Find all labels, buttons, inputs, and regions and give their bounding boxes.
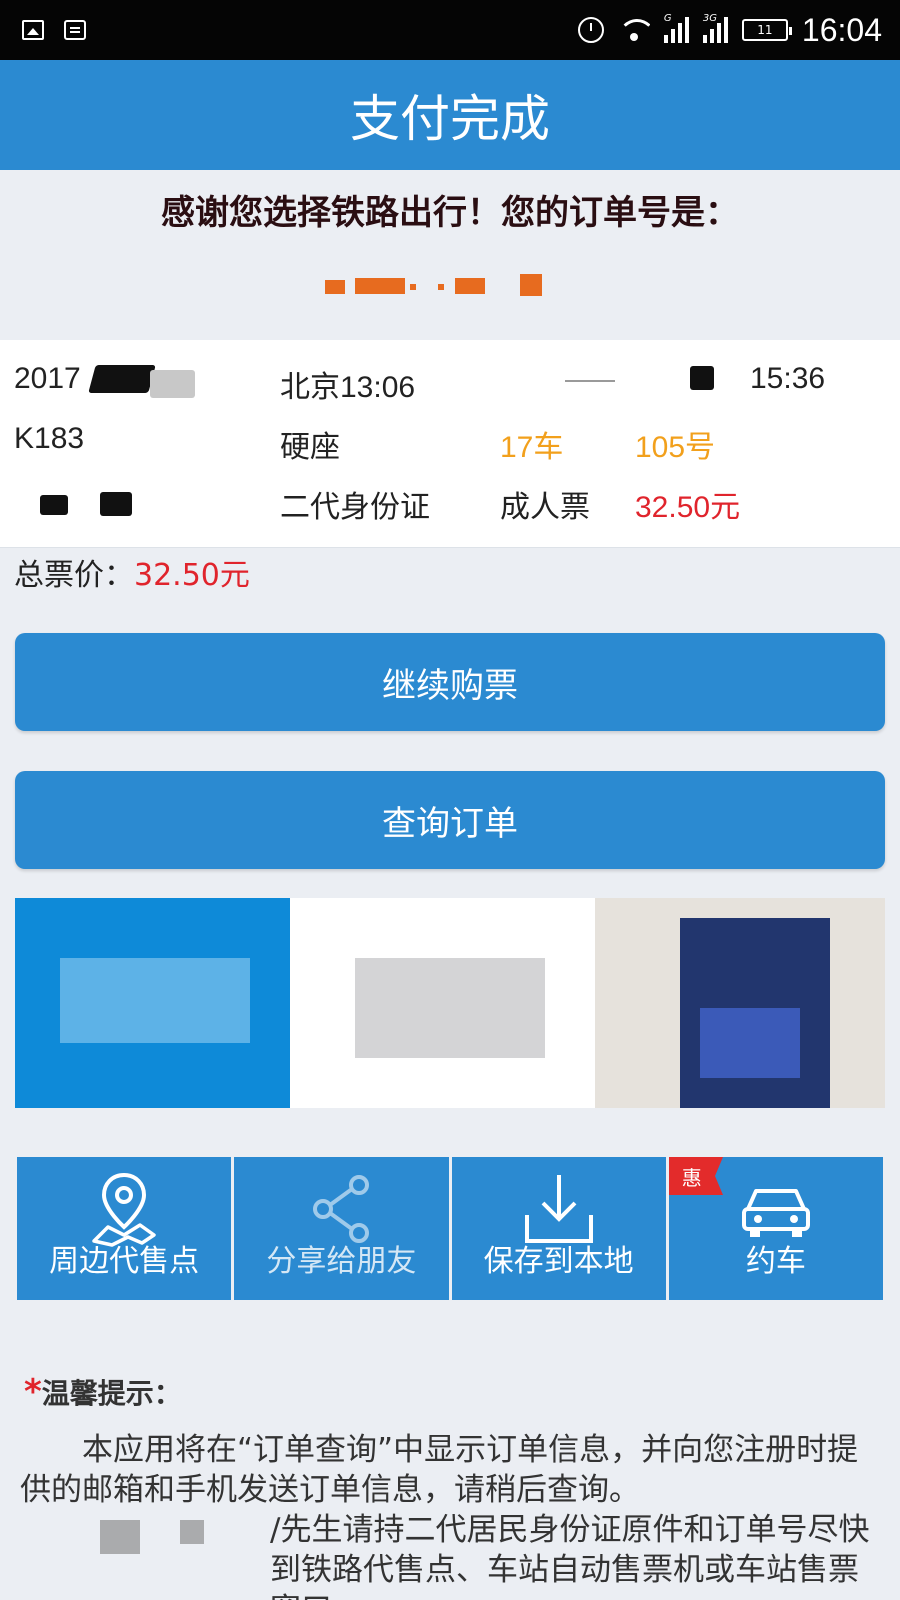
departure-station-time: 北京13:06 [280,371,416,404]
battery-level: 11 [757,23,773,37]
image-notification-icon [22,20,44,40]
seat-type: 硬座 [280,431,340,464]
ticket-type: 成人票 [500,491,590,524]
thanks-message: 感谢您选择铁路出行！您的订单号是： [161,193,739,233]
total-price: 总票价：32.50元 [14,550,250,594]
wifi-icon [617,19,650,41]
tile-save-local[interactable]: 保存到本地 [451,1157,666,1300]
ad-banner-left [15,898,290,1108]
status-time: 16:04 [801,11,882,48]
tips-body: 本应用将在“订单查询”中显示订单信息，并向您注册时提供的邮箱和手机发送订单信息，… [20,1430,880,1600]
redaction [100,492,132,516]
message-notification-icon [64,20,86,40]
page-title: 支付完成 [0,60,900,170]
redaction [88,365,156,393]
redaction [40,495,68,515]
tips-paragraph: 本应用将在“订单查询”中显示订单信息，并向您注册时提供的邮箱和手机发送订单信息，… [20,1432,859,1508]
discount-badge: 惠 [668,1157,723,1195]
total-label: 总票价： [14,558,134,593]
alarm-icon [577,17,604,43]
query-order-button[interactable]: 查询订单 [15,771,885,869]
action-tiles: 周边代售点 分享给朋友 保存到本地 惠 约车 [17,1157,883,1300]
tips-title-text: 温馨提示： [41,1377,182,1410]
ticket-card: 2017 北京13:06 15:36 K183 硬座 17车 105号 二代身份… [0,340,900,548]
id-type: 二代身份证 [280,491,430,524]
redaction [180,1520,204,1544]
tips-title: *温馨提示： [24,1372,182,1412]
tile-share[interactable]: 分享给朋友 [234,1157,449,1300]
route-arrow [565,380,615,382]
tile-book-car[interactable]: 惠 约车 [668,1157,883,1300]
signal-3g-icon: 3G [702,13,728,43]
required-star: * [24,1372,42,1412]
car-icon [741,1189,810,1237]
redaction [150,370,195,398]
signal-icon: G [663,13,689,43]
map-pin-icon [92,1172,156,1247]
redaction [690,366,714,390]
redaction [100,1520,140,1554]
ad-banner-right [595,898,885,1108]
tips-paragraph: /先生请持二代居民身份证原件和订单号尽快到铁路代售点、车站自动售票机或车站售票窗… [270,1512,870,1600]
status-bar: G 3G 11 16:04 [0,0,900,60]
continue-booking-button[interactable]: 继续购票 [15,633,885,731]
tile-label: 分享给朋友 [266,1244,417,1279]
signal-tag: G [663,13,672,24]
arrival-time: 15:36 [750,362,826,395]
seat-number: 105号 [635,431,716,464]
battery-icon: 11 [741,19,792,41]
ticket-date: 2017 [14,362,81,395]
tile-nearby-agents[interactable]: 周边代售点 [17,1157,232,1300]
order-number-redacted [0,270,900,310]
train-number: K183 [14,422,85,455]
total-value: 32.50元 [134,558,250,593]
car-number: 17车 [500,431,564,464]
ticket-price: 32.50元 [635,491,741,524]
download-icon [524,1175,593,1243]
ad-banner[interactable] [15,898,885,1108]
signal-tag: 3G [702,13,718,24]
